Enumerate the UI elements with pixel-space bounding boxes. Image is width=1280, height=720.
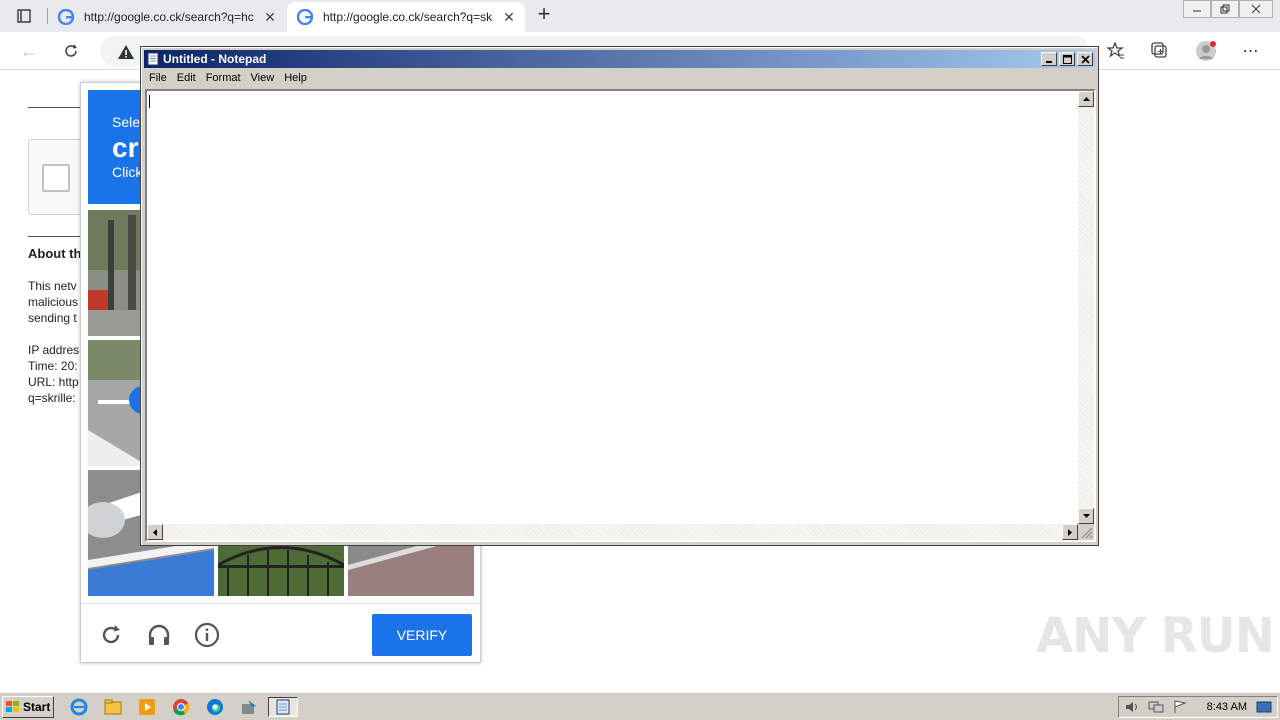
edge-icon[interactable] (204, 697, 226, 717)
scroll-down-icon[interactable] (1078, 508, 1094, 524)
notepad-title: Untitled - Notepad (163, 52, 267, 66)
volume-icon[interactable] (1121, 697, 1143, 717)
verify-button[interactable]: VERIFY (372, 614, 472, 656)
scroll-right-icon[interactable] (1062, 524, 1078, 540)
divider (28, 236, 88, 237)
page-text-line: sending t (28, 311, 77, 325)
tab-actions-icon[interactable] (10, 6, 38, 26)
notepad-title-bar[interactable]: Untitled - Notepad (144, 50, 1095, 68)
notepad-icon (147, 52, 159, 66)
warning-icon[interactable] (116, 42, 136, 62)
favorites-icon[interactable] (1105, 40, 1127, 62)
start-label: Start (23, 700, 51, 714)
new-tab-button[interactable]: + (534, 3, 554, 26)
notepad-minimize-icon[interactable] (1041, 52, 1057, 66)
reload-challenge-icon[interactable] (98, 622, 124, 648)
text-caret (149, 95, 150, 108)
back-arrow-icon[interactable]: ← (18, 40, 40, 62)
google-favicon-icon (297, 9, 313, 25)
menu-edit[interactable]: Edit (172, 72, 201, 84)
about-heading: About th (28, 246, 80, 261)
tab-2[interactable]: http://google.co.ck/search?q=sk ✕ (287, 2, 525, 32)
windows-logo-icon (6, 701, 19, 712)
menu-file[interactable]: File (144, 72, 172, 84)
chrome-icon[interactable] (170, 697, 192, 717)
taskbar: Start 8:43 AM (0, 692, 1280, 720)
notepad-window: Untitled - Notepad File Edit Format View… (140, 46, 1099, 546)
profile-avatar-icon[interactable] (1195, 40, 1217, 62)
page-text-line: IP addres (28, 343, 80, 357)
page-text-line: This netv (28, 279, 77, 293)
browser-tab-bar: http://google.co.ck/search?q=hc ✕ http:/… (0, 0, 1280, 32)
explorer-folder-icon[interactable] (102, 697, 124, 717)
action-center-flag-icon[interactable] (1169, 697, 1191, 717)
page-text-line: URL: http (28, 375, 79, 389)
minimize-icon[interactable] (1183, 0, 1211, 18)
menu-help[interactable]: Help (279, 72, 312, 84)
google-favicon-icon (58, 9, 74, 25)
notepad-text-area[interactable] (145, 89, 1096, 542)
page-text-line: malicious (28, 295, 79, 309)
resize-grip-icon[interactable] (1078, 524, 1094, 540)
tab-1[interactable]: http://google.co.ck/search?q=hc ✕ (48, 2, 286, 32)
tab-1-title: http://google.co.ck/search?q=hc (84, 10, 254, 24)
page-text-line: q=skrille: (28, 391, 76, 405)
scroll-left-icon[interactable] (147, 524, 163, 540)
tab-2-close-icon[interactable]: ✕ (499, 9, 519, 26)
horizontal-scrollbar[interactable] (147, 524, 1078, 540)
recaptcha-checkbox[interactable] (42, 164, 70, 192)
scroll-up-icon[interactable] (1078, 91, 1094, 107)
tab-2-title: http://google.co.ck/search?q=sk (323, 10, 493, 24)
menu-format[interactable]: Format (201, 72, 246, 84)
menu-view[interactable]: View (246, 72, 280, 84)
anyrun-watermark: ANY RUN (1036, 608, 1275, 664)
network-icon[interactable] (1145, 697, 1167, 717)
captcha-hint: Click (112, 164, 143, 180)
captcha-footer: VERIFY (81, 603, 480, 663)
tool-app-icon[interactable] (238, 697, 260, 717)
ie-icon[interactable] (68, 697, 90, 717)
show-desktop-icon[interactable] (1253, 697, 1275, 717)
notepad-menu-bar: File Edit Format View Help (144, 69, 1095, 87)
divider (28, 107, 88, 108)
notepad-close-icon[interactable] (1077, 52, 1093, 66)
reload-icon[interactable] (60, 40, 82, 62)
restore-icon[interactable] (1211, 0, 1239, 18)
start-button[interactable]: Start (2, 696, 54, 718)
page-text-line: Time: 20: (28, 359, 78, 373)
notepad-taskbar-icon[interactable] (268, 697, 298, 717)
recaptcha-checkbox-container (28, 139, 88, 215)
vertical-scrollbar[interactable] (1078, 91, 1094, 524)
clock: 8:43 AM (1206, 701, 1247, 713)
notepad-maximize-icon[interactable] (1059, 52, 1075, 66)
info-icon[interactable] (194, 622, 220, 648)
system-tray: 8:43 AM (1118, 696, 1278, 718)
captcha-target-word: cr (112, 132, 139, 163)
collections-icon[interactable] (1149, 40, 1171, 62)
tab-1-close-icon[interactable]: ✕ (260, 9, 280, 26)
media-player-icon[interactable] (136, 697, 158, 717)
audio-challenge-icon[interactable] (146, 622, 172, 648)
close-window-icon[interactable] (1239, 0, 1273, 18)
more-options-icon[interactable]: ⋯ (1240, 40, 1262, 62)
